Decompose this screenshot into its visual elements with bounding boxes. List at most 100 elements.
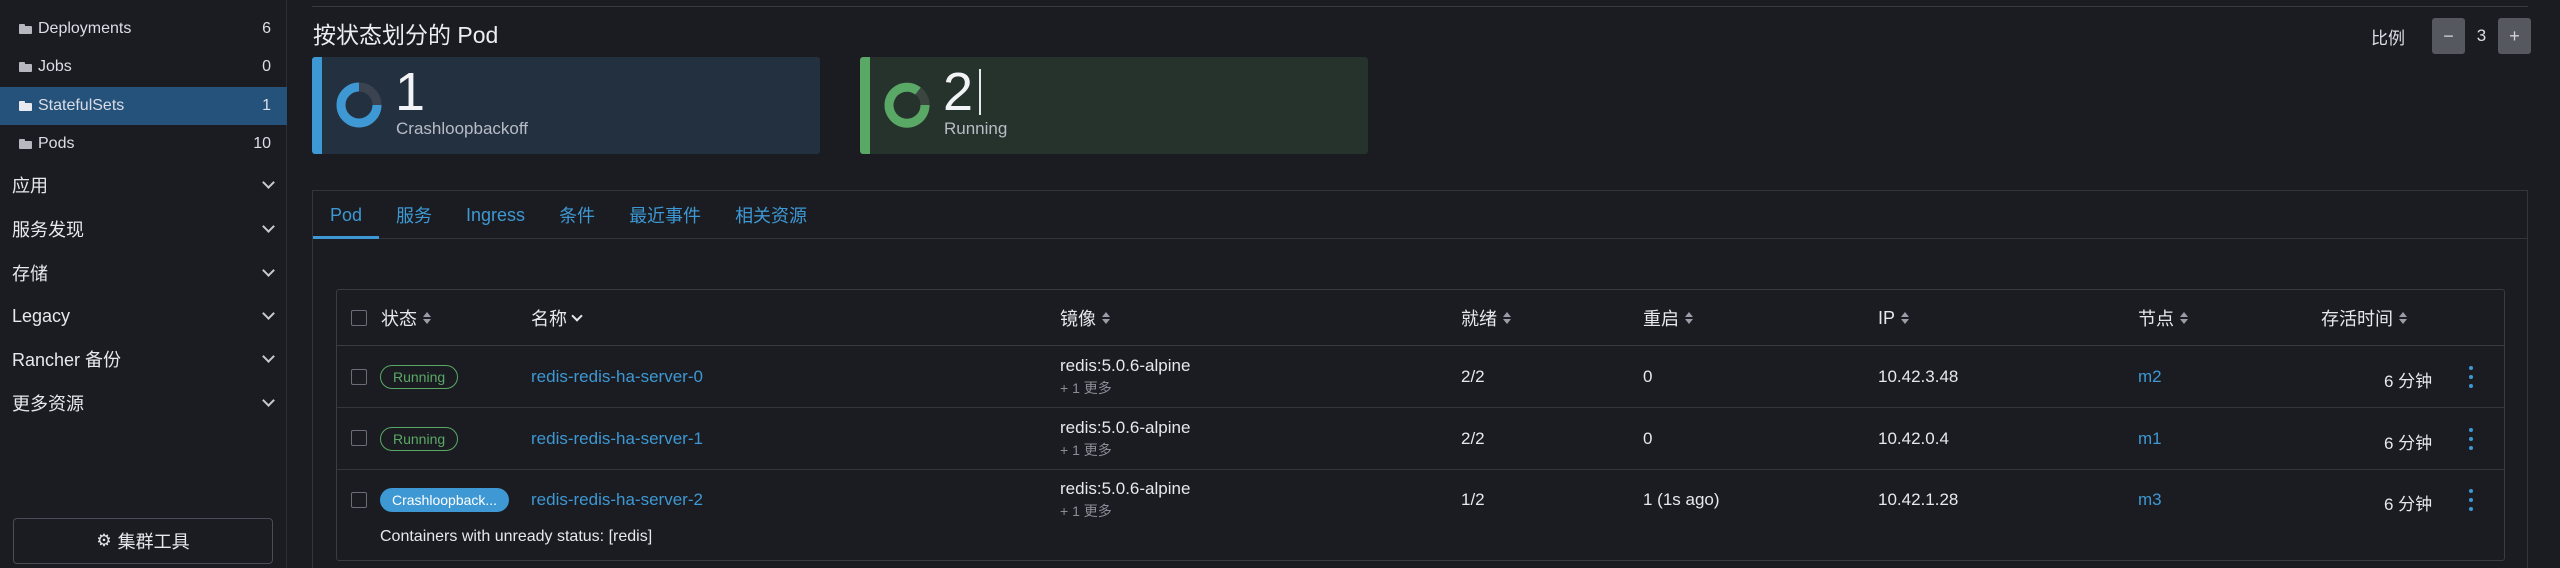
sort-icon	[1901, 312, 1910, 324]
tab-bar: Pod 服务 Ingress 条件 最近事件 相关资源	[313, 191, 2527, 239]
ip-value: 10.42.3.48	[1878, 367, 1959, 386]
age-value: 6 分钟	[2384, 495, 2433, 514]
sort-descending-icon	[571, 310, 583, 322]
column-label: IP	[1878, 307, 1896, 328]
cluster-tools-button[interactable]: ⚙ 集群工具	[13, 518, 273, 564]
chevron-down-icon	[262, 306, 275, 320]
sidebar-item-deployments[interactable]: Deployments 6	[0, 10, 287, 48]
row-checkbox[interactable]	[351, 369, 367, 385]
column-label: 镜像	[1060, 309, 1096, 329]
row-actions-icon[interactable]	[2468, 489, 2474, 511]
donut-chart-icon	[884, 82, 930, 128]
sidebar-item-count: 1	[262, 97, 271, 114]
sort-icon	[423, 312, 431, 324]
image-cell: redis:5.0.6-alpine + 1 更多	[1060, 356, 1190, 398]
column-header-image[interactable]: 镜像	[1060, 290, 1110, 346]
sidebar-group-label: 存储	[12, 264, 48, 284]
sidebar-item-pods[interactable]: Pods 10	[0, 125, 287, 163]
image-cell: redis:5.0.6-alpine + 1 更多	[1060, 479, 1190, 521]
chevron-down-icon	[262, 263, 275, 277]
image-cell: redis:5.0.6-alpine + 1 更多	[1060, 418, 1190, 460]
tab-recent-events[interactable]: 最近事件	[612, 191, 718, 239]
pods-table: 状态 名称 镜像 就绪 重启 IP 节点 存活时间 Running redis-…	[336, 289, 2505, 561]
column-header-node[interactable]: 节点	[2138, 290, 2188, 346]
node-link[interactable]: m1	[2138, 429, 2162, 449]
sidebar-group-label: Legacy	[12, 305, 71, 326]
chevron-down-icon	[262, 219, 275, 233]
sidebar-group-service-discovery[interactable]: 服务发现	[0, 209, 287, 249]
row-actions-icon[interactable]	[2468, 366, 2474, 388]
sidebar: Deployments 6 Jobs 0 StatefulSets 1 Pods…	[0, 0, 287, 568]
tab-conditions[interactable]: 条件	[542, 191, 612, 239]
image-more[interactable]: + 1 更多	[1060, 440, 1190, 460]
scale-increase-button[interactable]: +	[2498, 18, 2531, 54]
table-row: Crashloopback... redis-redis-ha-server-2…	[337, 470, 2504, 560]
tab-services[interactable]: 服务	[379, 191, 449, 239]
folder-icon	[19, 139, 32, 149]
folder-icon	[19, 24, 32, 34]
row-checkbox[interactable]	[351, 430, 367, 446]
select-all-checkbox[interactable]	[351, 310, 367, 326]
status-badge: Running	[380, 365, 459, 389]
sidebar-item-label: StatefulSets	[38, 97, 125, 114]
column-header-ip[interactable]: IP	[1878, 290, 1910, 346]
sidebar-group-apps[interactable]: 应用	[0, 165, 287, 205]
image-more[interactable]: + 1 更多	[1060, 501, 1190, 521]
sidebar-group-label: 服务发现	[12, 220, 84, 240]
row-actions-icon[interactable]	[2468, 428, 2474, 450]
status-badge: Running	[380, 427, 459, 451]
status-card-running[interactable]: 2 Running	[860, 57, 1368, 154]
text-cursor	[979, 69, 981, 115]
node-link[interactable]: m3	[2138, 490, 2162, 510]
resource-tabs: Pod 服务 Ingress 条件 最近事件 相关资源 状态 名称 镜像 就绪 …	[312, 190, 2528, 568]
image-name: redis:5.0.6-alpine	[1060, 479, 1191, 498]
age-value: 6 分钟	[2384, 372, 2433, 391]
pod-name-link[interactable]: redis-redis-ha-server-2	[531, 490, 703, 510]
column-label: 状态	[381, 309, 417, 329]
tab-pod[interactable]: Pod	[313, 191, 380, 239]
sidebar-group-legacy[interactable]: Legacy	[0, 296, 287, 336]
sort-icon	[1102, 312, 1110, 324]
sidebar-item-statefulsets[interactable]: StatefulSets 1	[0, 87, 287, 125]
sidebar-group-rancher-backup[interactable]: Rancher 备份	[0, 339, 287, 379]
pod-name-link[interactable]: redis-redis-ha-server-1	[531, 429, 703, 449]
status-count: 1	[395, 62, 426, 122]
sidebar-item-count: 0	[262, 58, 271, 75]
column-header-status[interactable]: 状态	[381, 290, 431, 346]
status-label: Running	[944, 119, 1008, 138]
folder-icon	[19, 62, 32, 72]
column-header-ready[interactable]: 就绪	[1461, 290, 1511, 346]
node-link[interactable]: m2	[2138, 367, 2162, 387]
sidebar-group-more-resources[interactable]: 更多资源	[0, 383, 287, 423]
table-row: Running redis-redis-ha-server-0 redis:5.…	[337, 347, 2504, 408]
column-header-name[interactable]: 名称	[531, 290, 583, 346]
column-header-age[interactable]: 存活时间	[2321, 290, 2407, 346]
donut-chart-icon	[336, 82, 382, 128]
status-badge: Crashloopback...	[380, 488, 510, 512]
tab-ingress[interactable]: Ingress	[449, 191, 542, 239]
ready-value: 2/2	[1461, 367, 1485, 386]
scale-decrease-button[interactable]: −	[2432, 18, 2465, 54]
tab-related-resources[interactable]: 相关资源	[718, 191, 824, 239]
sort-icon	[1685, 312, 1693, 324]
column-header-restarts[interactable]: 重启	[1643, 290, 1693, 346]
sidebar-group-label: 应用	[12, 176, 48, 196]
restarts-value: 0	[1643, 429, 1653, 448]
status-card-crashloopbackoff[interactable]: 1 Crashloopbackoff	[312, 57, 820, 154]
sidebar-item-jobs[interactable]: Jobs 0	[0, 48, 287, 86]
sidebar-item-label: Jobs	[38, 58, 72, 75]
table-header: 状态 名称 镜像 就绪 重启 IP 节点 存活时间	[337, 290, 2504, 346]
scale-label: 比例	[2371, 28, 2405, 48]
row-checkbox[interactable]	[351, 492, 367, 508]
image-more[interactable]: + 1 更多	[1060, 378, 1190, 398]
column-label: 名称	[531, 309, 567, 329]
restarts-value: 0	[1643, 367, 1653, 386]
pod-name-link[interactable]: redis-redis-ha-server-0	[531, 367, 703, 387]
image-name: redis:5.0.6-alpine	[1060, 418, 1191, 437]
restarts-value: 1 (1s ago)	[1643, 490, 1720, 509]
sidebar-group-storage[interactable]: 存储	[0, 253, 287, 293]
ip-value: 10.42.1.28	[1878, 490, 1959, 509]
column-label: 就绪	[1461, 309, 1497, 329]
sidebar-group-label: 更多资源	[12, 394, 84, 414]
unready-containers-note: Containers with unready status: [redis]	[380, 528, 653, 545]
